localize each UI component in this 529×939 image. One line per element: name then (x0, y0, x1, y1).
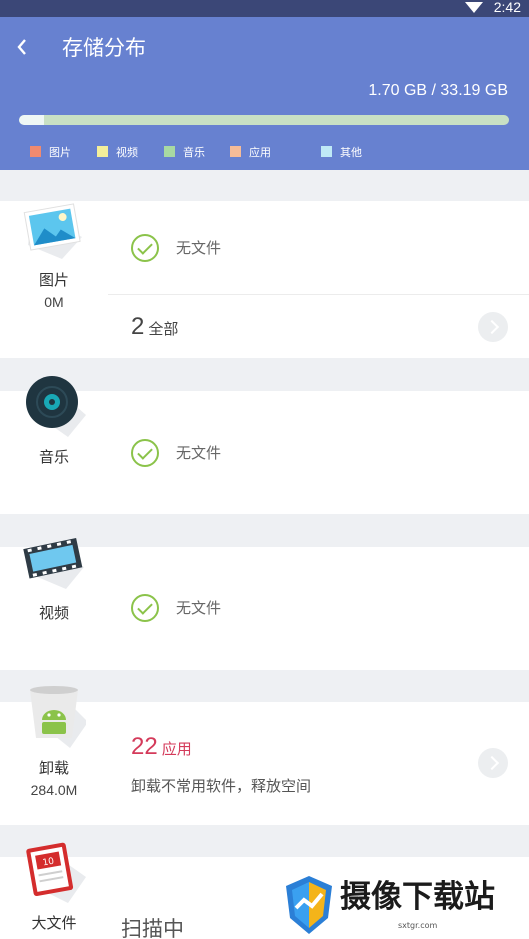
storage-usage-bar (19, 115, 509, 125)
legend-label: 应用 (249, 146, 271, 159)
uninstall-count-link[interactable]: 22 应用 (131, 733, 192, 763)
legend-item: 图片 (30, 146, 71, 160)
music-status: 无文件 (176, 444, 222, 462)
pictures-chevron-right-icon[interactable] (478, 312, 508, 342)
legend-label: 音乐 (183, 146, 205, 159)
pictures-status: 无文件 (176, 239, 222, 257)
uninstall-label: 卸载 (38, 759, 69, 777)
legend-swatch (97, 146, 108, 157)
uninstall-card: 卸载 284.0M 22 应用 卸载不常用软件，释放空间 (0, 686, 529, 825)
pictures-count-link[interactable]: 2 全部 (131, 313, 178, 343)
legend-label: 图片 (49, 146, 71, 159)
watermark-logo-icon (286, 876, 332, 934)
legend-swatch (164, 146, 175, 157)
back-button[interactable] (14, 32, 36, 62)
music-card: 音乐 无文件 (0, 376, 529, 514)
legend-swatch (30, 146, 41, 157)
android-bin-icon (22, 686, 88, 750)
check-circle-icon (131, 234, 159, 262)
pictures-size: 0M (44, 294, 64, 310)
status-bar: 2:42 (0, 0, 529, 17)
svg-text:10: 10 (42, 857, 55, 869)
uninstall-app-count: 22 (131, 733, 158, 760)
pictures-icon (22, 201, 86, 265)
videos-status: 无文件 (176, 599, 222, 617)
divider (108, 294, 529, 295)
uninstall-count-unit: 应用 (161, 740, 192, 758)
videos-label: 视频 (38, 604, 69, 622)
check-circle-icon (131, 439, 159, 467)
storage-header: 存储分布 1.70 GB / 33.19 GB 图片 视频 音乐 应用 其他 (0, 17, 529, 170)
page-title: 存储分布 (62, 36, 146, 60)
calendar-file-icon: 10 (22, 841, 86, 905)
status-time: 2:42 (493, 0, 521, 15)
uninstall-size: 284.0M (30, 782, 78, 798)
uninstall-description: 卸载不常用软件，释放空间 (131, 777, 312, 795)
check-circle-icon (131, 594, 159, 622)
uninstall-chevron-right-icon[interactable] (478, 748, 508, 778)
legend-item: 其他 (321, 146, 362, 160)
legend-swatch (321, 146, 332, 157)
legend-swatch (230, 146, 241, 157)
music-label: 音乐 (38, 448, 69, 466)
pictures-card: 图片 0M 无文件 2 全部 (0, 201, 529, 358)
storage-usage-bar-fill (19, 115, 44, 125)
legend-item: 视频 (97, 146, 138, 160)
music-icon (22, 375, 86, 439)
legend-label: 视频 (116, 146, 138, 159)
storage-usage-text: 1.70 GB / 33.19 GB (368, 82, 508, 99)
pictures-count: 2 (131, 313, 145, 340)
video-film-icon (22, 529, 86, 593)
large-files-status: 扫描中 (121, 917, 184, 939)
watermark-text: 摄像下载站 (340, 879, 495, 915)
wifi-icon (465, 2, 483, 13)
watermark: 摄像下载站 sxtgr.com (280, 870, 529, 939)
legend-item: 应用 (230, 146, 271, 160)
large-files-label: 大文件 (31, 914, 77, 932)
legend-label: 其他 (340, 146, 362, 159)
pictures-count-unit: 全部 (148, 320, 179, 338)
legend-item: 音乐 (164, 146, 205, 160)
videos-card: 视频 无文件 (0, 537, 529, 670)
pictures-label: 图片 (38, 271, 69, 289)
watermark-url: sxtgr.com (398, 921, 438, 930)
back-arrow-icon (17, 39, 26, 55)
